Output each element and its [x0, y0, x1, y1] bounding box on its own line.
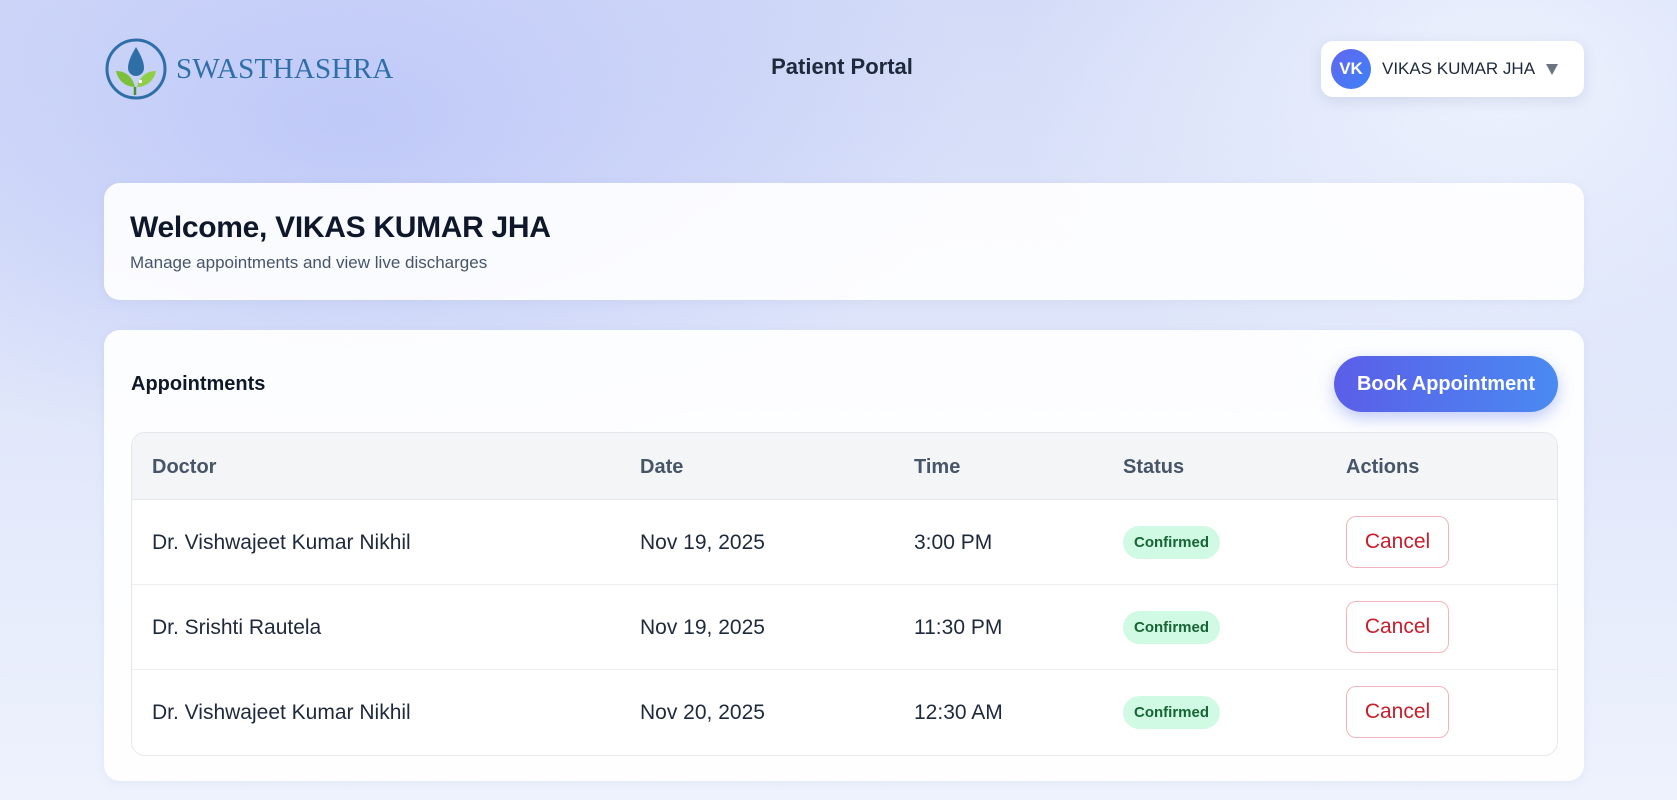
doctor-cell: Dr. Srishti Rautela — [152, 616, 322, 639]
table-row: Dr. Vishwajeet Kumar Nikhil Nov 20, 2025… — [132, 670, 1557, 755]
time-cell: 11:30 PM — [914, 616, 1003, 639]
avatar: VK — [1331, 49, 1371, 89]
chevron-down-icon — [1546, 63, 1559, 75]
appointments-table: Doctor Date Time Status Actions Dr. Vish… — [131, 432, 1558, 756]
doctor-cell: Dr. Vishwajeet Kumar Nikhil — [152, 701, 411, 724]
date-cell: Nov 19, 2025 — [640, 531, 765, 554]
status-badge: Confirmed — [1123, 526, 1220, 559]
appointments-title: Appointments — [131, 373, 266, 395]
column-header-status: Status — [1123, 456, 1185, 478]
welcome-card: Welcome, VIKAS KUMAR JHA Manage appointm… — [104, 183, 1584, 300]
cancel-button[interactable]: Cancel — [1346, 601, 1449, 653]
column-header-time: Time — [914, 456, 961, 478]
top-header: SWASTHASHRA Patient Portal VK VIKAS KUMA… — [0, 0, 1677, 140]
doctor-cell: Dr. Vishwajeet Kumar Nikhil — [152, 531, 411, 554]
user-menu-button[interactable]: VK VIKAS KUMAR JHA — [1321, 41, 1584, 97]
cancel-button[interactable]: Cancel — [1346, 516, 1449, 568]
time-cell: 12:30 AM — [914, 701, 1003, 724]
time-cell: 3:00 PM — [914, 531, 993, 554]
date-cell: Nov 20, 2025 — [640, 701, 765, 724]
status-badge: Confirmed — [1123, 611, 1220, 644]
book-appointment-button[interactable]: Book Appointment — [1334, 356, 1558, 412]
column-header-doctor: Doctor — [152, 456, 217, 478]
column-header-actions: Actions — [1346, 456, 1420, 478]
welcome-subtitle: Manage appointments and view live discha… — [130, 253, 488, 272]
table-row: Dr. Srishti Rautela Nov 19, 2025 11:30 P… — [132, 585, 1557, 670]
appointments-card: Appointments Book Appointment Doctor Dat… — [104, 330, 1584, 781]
status-badge: Confirmed — [1123, 696, 1220, 729]
user-name: VIKAS KUMAR JHA — [1382, 59, 1536, 78]
table-header: Doctor Date Time Status Actions — [132, 433, 1557, 500]
table-row: Dr. Vishwajeet Kumar Nikhil Nov 19, 2025… — [132, 500, 1557, 585]
cancel-button[interactable]: Cancel — [1346, 686, 1449, 738]
column-header-date: Date — [640, 456, 684, 478]
date-cell: Nov 19, 2025 — [640, 616, 765, 639]
welcome-title: Welcome, VIKAS KUMAR JHA — [130, 211, 551, 244]
